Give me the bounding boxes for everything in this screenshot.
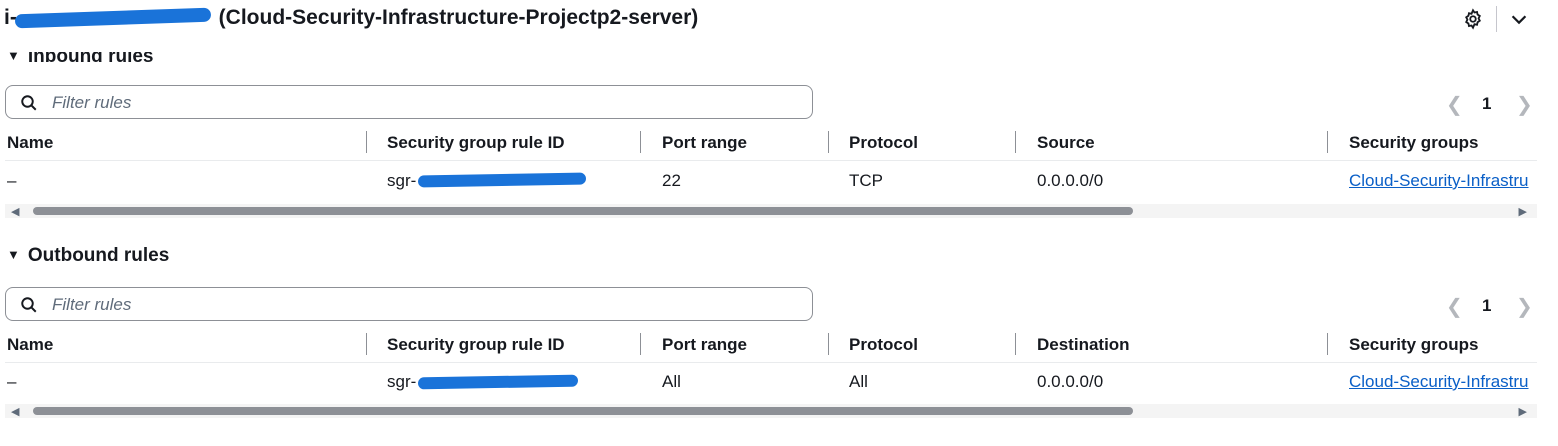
column-header-destination[interactable]: Destination [1037, 335, 1130, 355]
instance-name: (Cloud-Security-Infrastructure-Projectp2… [218, 6, 699, 29]
column-divider[interactable] [1327, 131, 1328, 153]
horizontal-scrollbar[interactable]: ◀ ▶ [5, 404, 1537, 418]
cell-name: – [7, 372, 17, 391]
column-divider[interactable] [828, 131, 829, 153]
column-divider[interactable] [828, 333, 829, 355]
column-divider[interactable] [1015, 333, 1016, 355]
caret-down-icon: ▼ [7, 247, 20, 262]
security-group-link[interactable]: Cloud-Security-Infrastru [1349, 372, 1529, 392]
cell-source: 0.0.0.0/0 [1037, 171, 1104, 190]
outbound-filter-input[interactable] [50, 291, 794, 319]
search-icon [21, 95, 37, 111]
header-divider [1496, 6, 1497, 32]
scrollbar-thumb[interactable] [33, 207, 1133, 215]
column-divider[interactable] [640, 333, 641, 355]
cell-port-range: 22 [662, 171, 681, 190]
scrollbar-thumb[interactable] [33, 407, 1133, 415]
column-header-rule-id[interactable]: Security group rule ID [387, 133, 565, 153]
outbound-rules-title: Outbound rules [27, 245, 170, 266]
redacted-rule-id [417, 172, 587, 188]
scroll-right-icon[interactable]: ▶ [1519, 205, 1527, 218]
column-divider[interactable] [366, 333, 367, 355]
horizontal-scrollbar[interactable]: ◀ ▶ [5, 204, 1537, 218]
column-header-port-range[interactable]: Port range [662, 335, 747, 355]
outbound-rules-section: ▼ Outbound rules ❮ 1 ❯ Name Security grou… [0, 240, 1558, 440]
outbound-filter-box[interactable] [5, 287, 813, 321]
chevron-down-icon[interactable] [1508, 8, 1530, 30]
security-group-link[interactable]: Cloud-Security-Infrastru [1349, 171, 1529, 191]
column-header-security-groups[interactable]: Security groups [1349, 133, 1478, 153]
column-header-protocol[interactable]: Protocol [849, 133, 918, 153]
column-header-port-range[interactable]: Port range [662, 133, 747, 153]
chevron-right-icon[interactable]: ❯ [1516, 294, 1533, 319]
cell-port-range: All [662, 372, 681, 391]
instance-title: i- (Cloud-Security-Infrastructure-Projec… [4, 6, 698, 30]
column-header-protocol[interactable]: Protocol [849, 335, 918, 355]
column-header-source[interactable]: Source [1037, 133, 1095, 153]
chevron-right-icon[interactable]: ❯ [1516, 92, 1533, 117]
scroll-left-icon[interactable]: ◀ [11, 405, 19, 418]
page-number[interactable]: 1 [1482, 296, 1491, 316]
cell-name: – [7, 171, 17, 190]
header-row-divider [5, 362, 1537, 363]
caret-down-icon: ▼ [7, 48, 20, 63]
column-divider[interactable] [640, 131, 641, 153]
column-header-rule-id[interactable]: Security group rule ID [387, 335, 565, 355]
inbound-filter-box[interactable] [5, 85, 813, 119]
column-header-security-groups[interactable]: Security groups [1349, 335, 1478, 355]
column-divider[interactable] [1015, 131, 1016, 153]
outbound-rules-header[interactable]: ▼ Outbound rules [7, 245, 169, 267]
search-icon [21, 297, 37, 313]
instance-header: i- (Cloud-Security-Infrastructure-Projec… [0, 0, 1558, 40]
outbound-pagination: ❮ 1 ❯ [1440, 290, 1540, 320]
cell-rule-id: sgr- [387, 171, 417, 190]
inbound-rules-title: Inbound rules [27, 46, 154, 67]
inbound-rules-header[interactable]: ▼ Inbound rules [7, 46, 154, 68]
scroll-left-icon[interactable]: ◀ [11, 205, 19, 218]
header-row-divider [5, 160, 1537, 161]
redacted-rule-id [417, 374, 579, 390]
column-divider[interactable] [366, 131, 367, 153]
cell-rule-id: sgr- [387, 372, 417, 391]
inbound-filter-input[interactable] [50, 89, 794, 117]
redacted-instance-id [14, 8, 212, 29]
column-header-name[interactable]: Name [7, 133, 53, 153]
cell-protocol: TCP [849, 171, 883, 190]
inbound-pagination: ❮ 1 ❯ [1440, 88, 1540, 118]
scroll-right-icon[interactable]: ▶ [1519, 405, 1527, 418]
cell-destination: 0.0.0.0/0 [1037, 372, 1104, 391]
cell-protocol: All [849, 372, 868, 391]
page-number[interactable]: 1 [1482, 94, 1491, 114]
column-divider[interactable] [1327, 333, 1328, 355]
chevron-left-icon[interactable]: ❮ [1446, 92, 1463, 117]
gear-icon[interactable] [1462, 8, 1484, 30]
chevron-left-icon[interactable]: ❮ [1446, 294, 1463, 319]
column-header-name[interactable]: Name [7, 335, 53, 355]
inbound-rules-section: ▼ Inbound rules ❮ 1 ❯ Name Security group… [0, 40, 1558, 230]
